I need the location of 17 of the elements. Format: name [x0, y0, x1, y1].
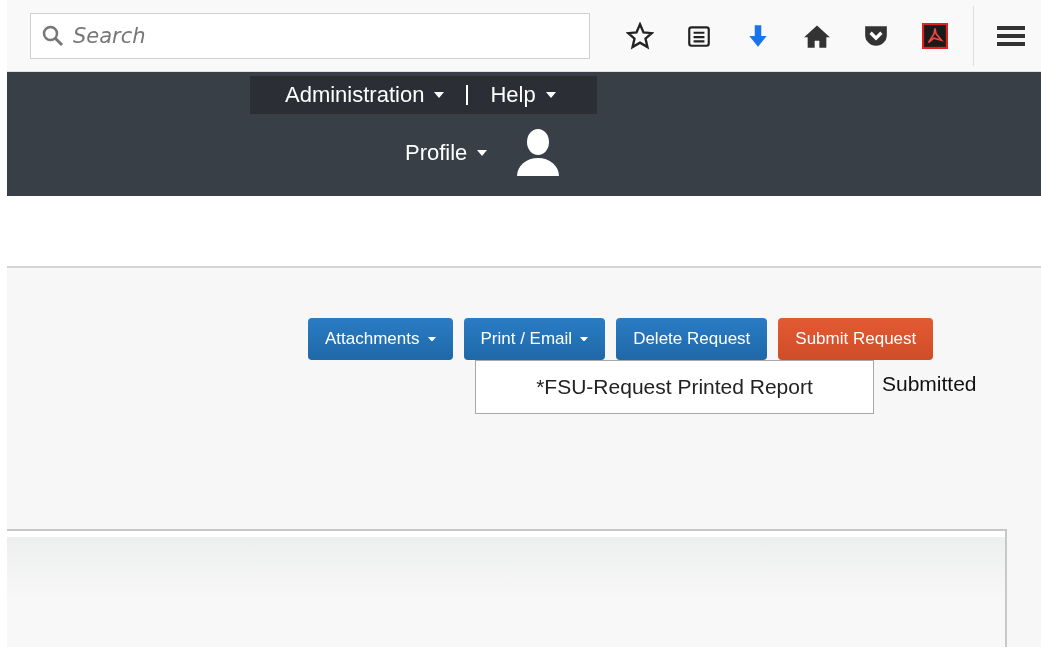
caret-icon — [477, 150, 488, 156]
caret-icon — [545, 92, 556, 98]
action-button[interactable]: Submit Request — [778, 318, 934, 360]
caret-icon — [434, 92, 445, 98]
action-button[interactable]: Attachments — [308, 318, 453, 360]
profile-menu[interactable]: Profile — [405, 140, 488, 166]
action-button[interactable]: Delete Request — [616, 318, 768, 360]
search-field[interactable]: Search — [30, 12, 590, 59]
avatar-icon[interactable] — [515, 128, 562, 178]
administration-menu[interactable]: Administration — [285, 82, 445, 108]
caret-icon — [580, 336, 589, 342]
help-menu[interactable]: Help — [490, 82, 556, 108]
menu-item[interactable]: *FSU-Request Printed Report — [536, 375, 813, 399]
action-button[interactable]: Print / Email — [463, 318, 606, 360]
status-text: Submitted — [882, 372, 977, 396]
search-icon — [42, 24, 64, 47]
caret-icon — [427, 336, 436, 342]
